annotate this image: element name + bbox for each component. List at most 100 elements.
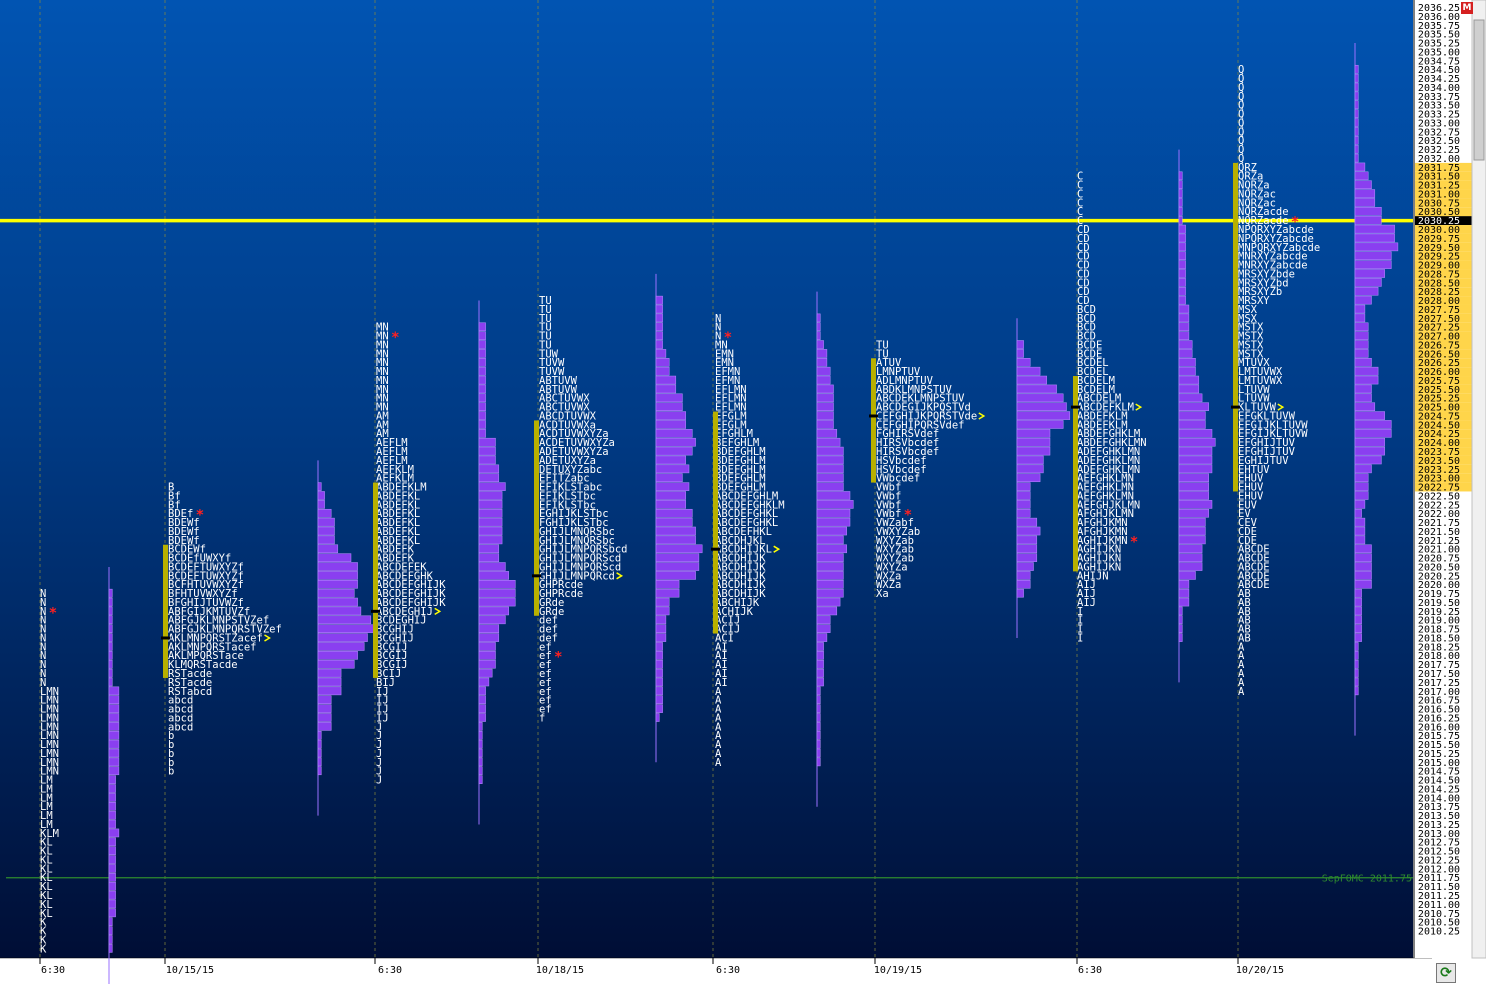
histogram-bar [816,686,821,696]
histogram-bar [108,722,120,731]
histogram-bar [1016,446,1051,456]
corner-badge[interactable]: M [1461,2,1473,14]
histogram-bar [1354,189,1376,198]
tpo-row: f [539,712,545,724]
histogram-bar [1178,304,1190,314]
histogram-bar [478,322,486,332]
poc-tick [1071,405,1080,409]
histogram-bar [816,748,821,758]
histogram-bar [1016,562,1034,571]
histogram-bar [108,784,116,793]
histogram-bar [478,730,483,740]
histogram-bar [655,553,700,562]
histogram-bar [1178,207,1183,216]
histogram-bar [108,588,113,598]
refresh-button[interactable]: ⟳ [1436,963,1456,983]
histogram-bar [478,358,486,367]
histogram-bar [655,633,667,642]
histogram-bar [478,526,503,536]
histogram-bar [816,571,844,580]
histogram-bar [1178,562,1203,571]
histogram-bar [478,775,483,784]
histogram-bar [655,375,677,385]
histogram-bar [1178,340,1193,349]
histogram-bar [1354,304,1366,314]
histogram-bar [1178,464,1213,474]
histogram-bar [1178,571,1196,580]
histogram-bar [1354,668,1359,678]
histogram-bar [1354,340,1369,349]
histogram-bar [1178,615,1183,625]
histogram-bar [1178,517,1206,527]
histogram-bar [816,722,821,731]
histogram-bar [1354,642,1359,651]
histogram-bar [478,686,486,696]
histogram-bar [1354,526,1366,536]
histogram-bar [655,420,686,429]
histogram-bar [1354,606,1362,616]
histogram-bar [1354,322,1369,332]
histogram-bar [478,597,516,607]
histogram-bar [317,633,368,642]
value-area-bar [1233,162,1238,492]
histogram-bar [108,748,120,758]
histogram-bar [1016,508,1031,518]
time-label: 6:30 [1078,965,1102,976]
histogram-bar [478,420,486,429]
histogram-bar [1178,580,1190,589]
histogram-bar [1354,171,1369,181]
histogram-bar [1178,553,1203,562]
histogram-bar [108,713,120,722]
histogram-bar [108,819,116,829]
histogram-bar [655,455,686,465]
histogram-bar [478,739,483,749]
histogram-bar [816,358,828,367]
histogram-bar [816,624,831,633]
histogram-bar [1016,366,1041,376]
histogram-bar [1354,118,1359,127]
histogram-bar [816,429,838,438]
histogram-bar [655,588,680,598]
histogram-bar [1354,207,1382,216]
histogram-bar [1354,473,1369,483]
histogram-bar [1354,313,1366,323]
histogram-bar [1354,508,1362,518]
histogram-bar [1354,366,1379,376]
histogram-bar [108,624,113,633]
range-extension-star: * [49,605,57,621]
histogram-bar [478,491,503,500]
histogram-bar [1354,242,1399,252]
histogram-bar [816,349,828,358]
histogram-bar [108,686,120,696]
time-label: 10/19/15 [874,965,922,976]
histogram-bar [655,393,683,403]
histogram-bar [816,340,824,349]
histogram-bar [1178,251,1186,261]
histogram-bar [1354,127,1359,136]
histogram-bar [317,739,322,749]
histogram-bar [1354,553,1372,562]
histogram-bar [1354,100,1359,110]
histogram-bar [1016,553,1038,562]
price-tick-label: 2010.25 [1418,927,1460,938]
histogram-bar [317,508,332,518]
range-extension-star: * [392,330,400,346]
histogram-bar [1354,109,1359,118]
tpo-row: K [40,943,47,955]
histogram-bar [478,624,500,633]
chart-canvas[interactable]: 6:30 10/15/15 6:30 10/18/15 6:30 10/19/15 6:30… [0,0,1486,984]
histogram-bar [1354,331,1369,340]
histogram-bar [816,366,831,376]
histogram-bar [816,473,844,483]
histogram-bar [108,766,120,776]
histogram-bar [655,446,693,456]
histogram-bar [108,677,113,687]
histogram-bar [108,739,120,749]
time-label: 10/20/15 [1236,965,1284,976]
histogram-bar [1016,571,1031,580]
histogram-bar [317,668,342,678]
histogram-bar [478,642,496,651]
histogram-bar [317,651,358,660]
histogram-bar [478,677,490,687]
scrollbar-thumb[interactable] [1473,19,1485,161]
